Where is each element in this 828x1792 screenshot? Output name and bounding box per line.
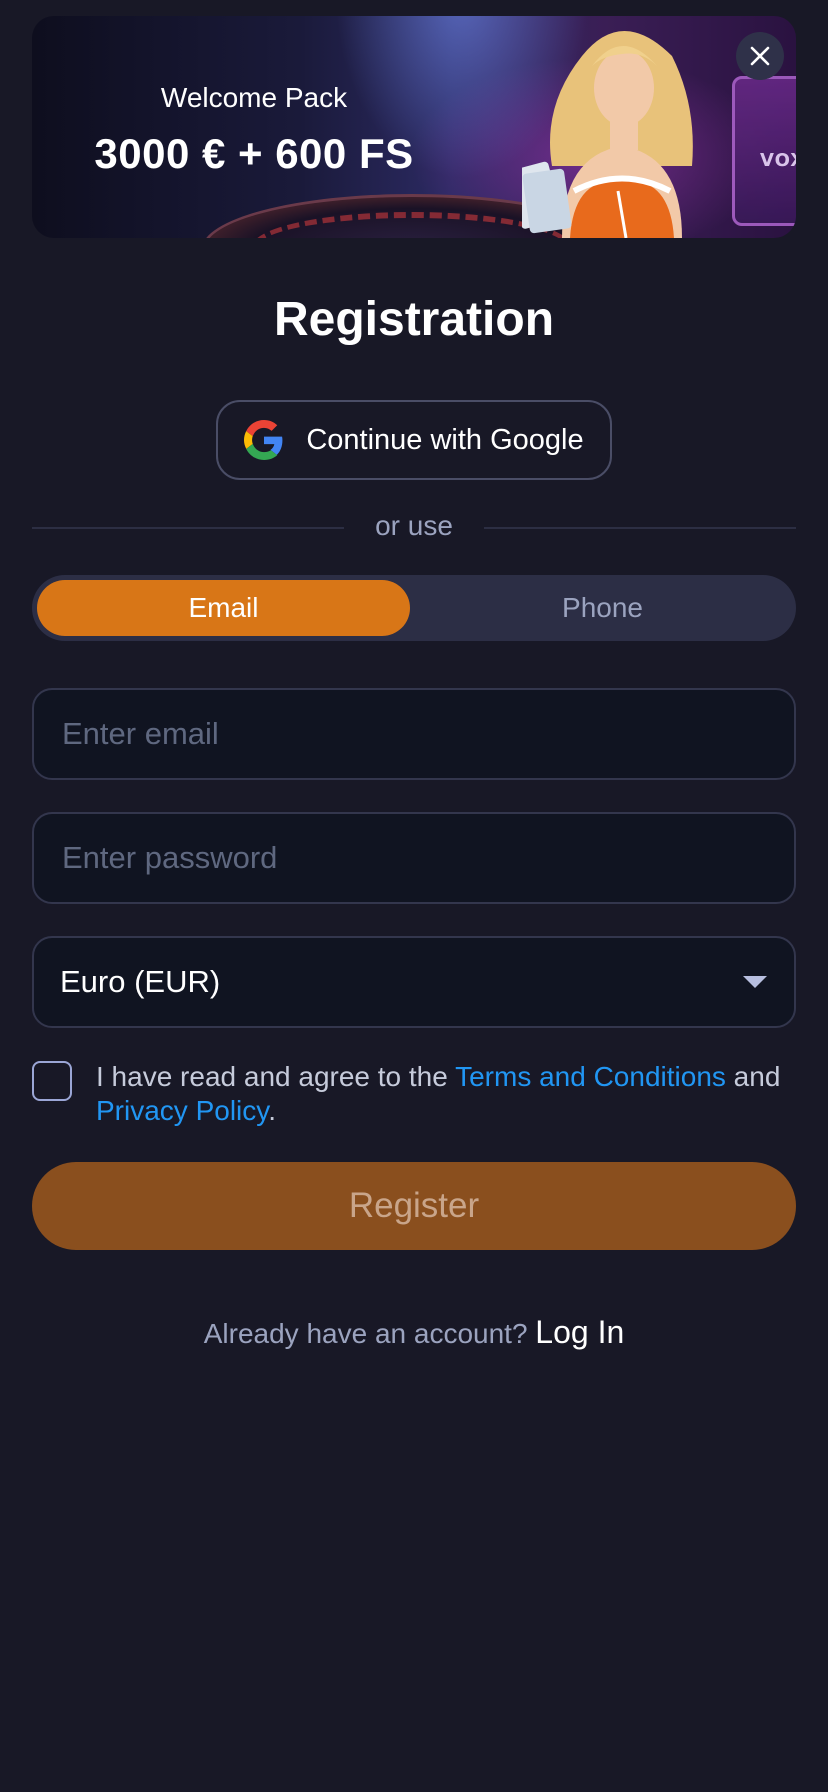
terms-text-after: . bbox=[268, 1095, 276, 1126]
google-button-label: Continue with Google bbox=[306, 423, 584, 456]
currency-select-value: Euro (EUR) bbox=[60, 964, 221, 999]
terms-checkbox[interactable] bbox=[32, 1061, 72, 1101]
password-field bbox=[32, 812, 796, 904]
terms-text-before: I have read and agree to the bbox=[96, 1061, 456, 1092]
register-button[interactable]: Register bbox=[32, 1162, 796, 1250]
currency-select[interactable]: Euro (EUR) bbox=[32, 936, 796, 1028]
close-button[interactable] bbox=[736, 32, 784, 80]
login-link[interactable]: Log In bbox=[535, 1314, 624, 1350]
promo-character-image bbox=[522, 31, 693, 238]
signup-method-tabs: Email Phone bbox=[32, 575, 796, 641]
banner-title: 3000 € + 600 FS bbox=[94, 130, 414, 177]
email-input[interactable] bbox=[60, 715, 768, 753]
terms-and-conditions-link[interactable]: Terms and Conditions bbox=[455, 1061, 726, 1092]
terms-text-middle: and bbox=[725, 1061, 781, 1092]
tab-phone[interactable]: Phone bbox=[414, 580, 791, 636]
email-field bbox=[32, 688, 796, 780]
continue-with-google-button[interactable]: Continue with Google bbox=[216, 400, 612, 480]
privacy-policy-link[interactable]: Privacy Policy bbox=[96, 1095, 268, 1126]
banner-subtitle: Welcome Pack bbox=[160, 82, 348, 113]
google-icon bbox=[244, 420, 283, 460]
chevron-down-icon bbox=[743, 976, 767, 988]
login-prompt: Already have an account? Log In bbox=[0, 1314, 828, 1351]
login-prompt-text: Already have an account? bbox=[203, 1318, 528, 1349]
tab-email[interactable]: Email bbox=[37, 580, 410, 636]
terms-text: I have read and agree to the Terms and C… bbox=[96, 1060, 796, 1128]
slot-machine-logo: VOX bbox=[760, 150, 796, 171]
page-title: Registration bbox=[273, 293, 555, 346]
password-input[interactable] bbox=[60, 839, 768, 877]
divider-text: or use bbox=[375, 510, 453, 541]
close-icon bbox=[750, 46, 770, 66]
welcome-banner: VOX bbox=[32, 16, 796, 238]
